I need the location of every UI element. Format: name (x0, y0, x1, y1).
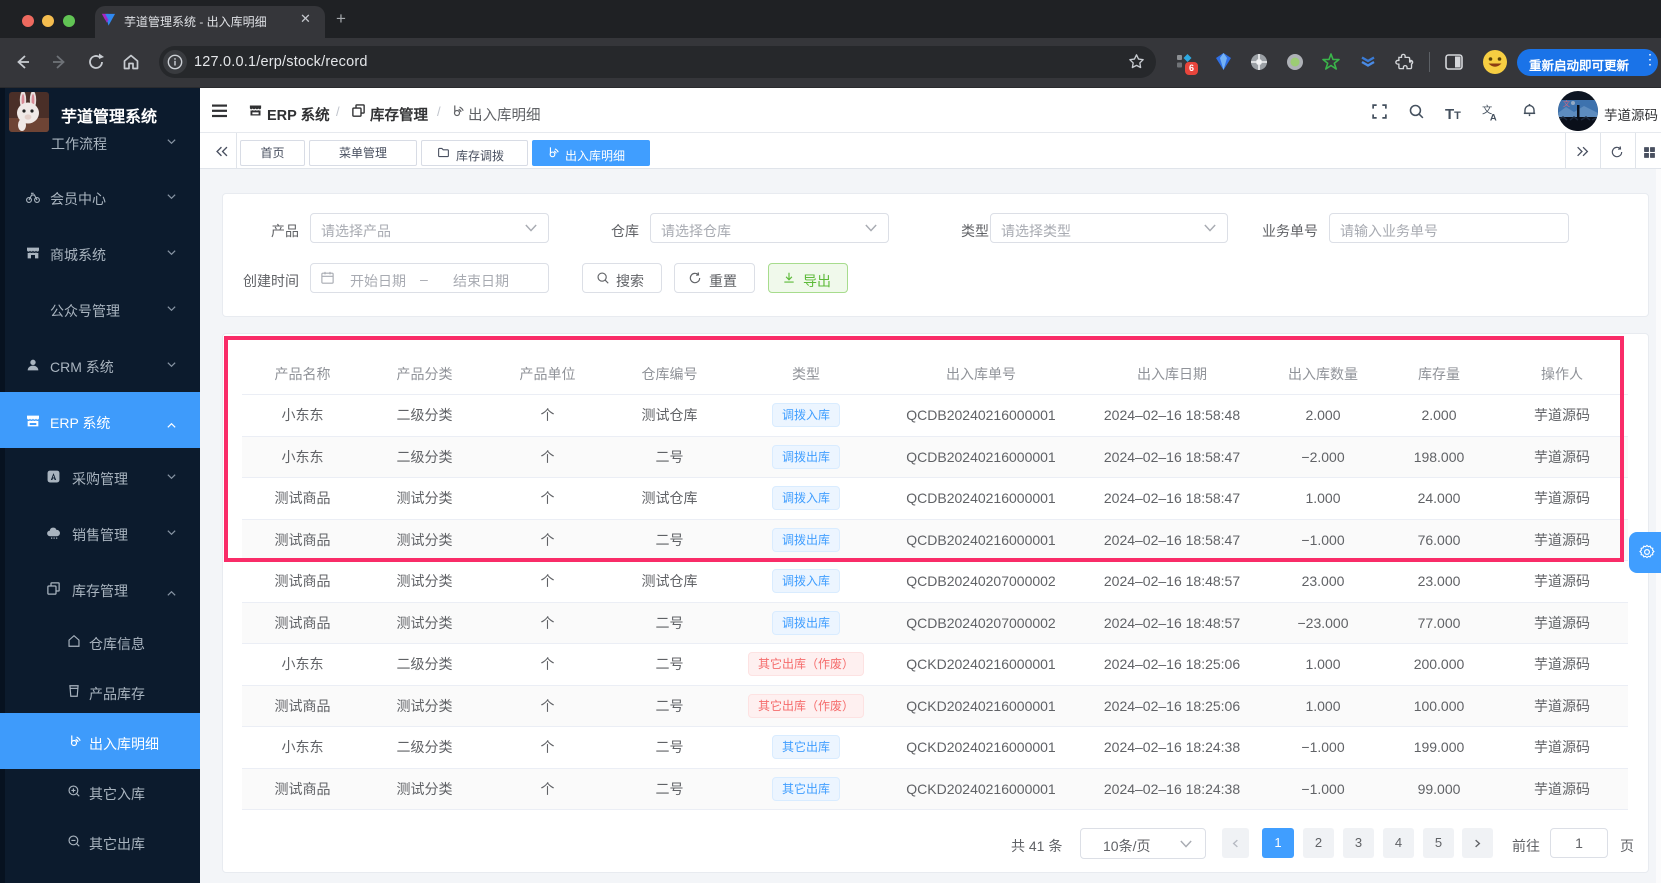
svg-text:文: 文 (1563, 99, 1570, 108)
svg-text:A: A (1490, 112, 1497, 122)
